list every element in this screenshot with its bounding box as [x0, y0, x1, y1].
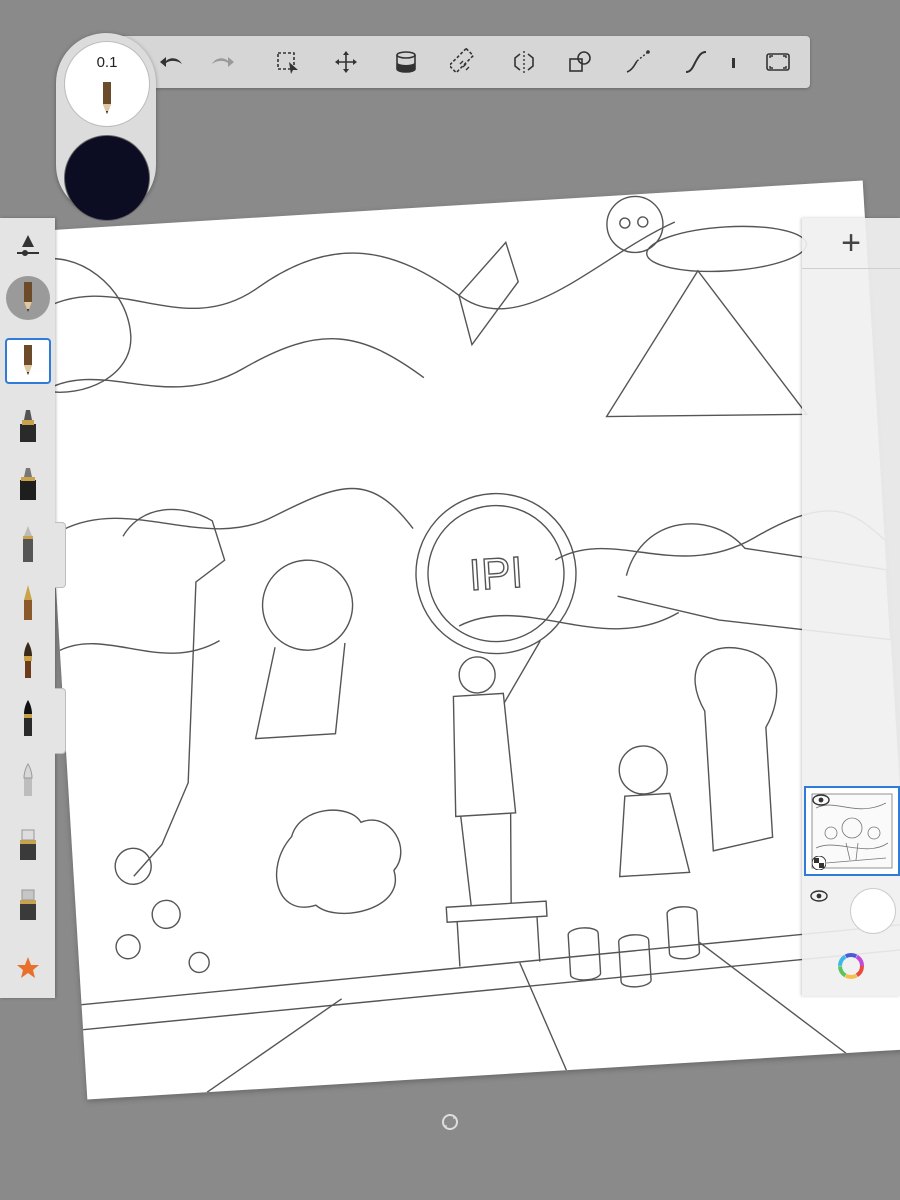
fullscreen-icon [766, 53, 790, 71]
ballpoint-brush-icon [23, 526, 33, 562]
steady-stroke-icon [685, 51, 707, 73]
brush-settings-icon [17, 235, 39, 256]
line-art-illustration: IPI [35, 195, 900, 1093]
drawing-canvas[interactable]: IPI [34, 180, 900, 1100]
eye-icon[interactable] [810, 890, 828, 902]
color-wheel-icon [838, 953, 864, 979]
more-icon [732, 58, 735, 68]
airbrush-button[interactable] [6, 758, 50, 802]
selection-button[interactable] [270, 44, 306, 80]
smudge-brush-icon [20, 829, 36, 860]
symmetry-button[interactable] [506, 44, 542, 80]
favorites-button[interactable] [6, 946, 50, 990]
transform-icon [335, 51, 357, 73]
top-toolbar [100, 36, 810, 88]
layer-mode-icon[interactable] [812, 856, 826, 870]
layer-item-drawing[interactable] [802, 784, 900, 876]
brush-settings-button[interactable] [6, 224, 50, 268]
ruler-icon [450, 48, 475, 74]
perspective-button[interactable] [620, 44, 656, 80]
brush-size-label: 0.1 [96, 54, 118, 71]
marker-brush-button[interactable] [6, 404, 50, 448]
eraser-brush-icon [20, 889, 36, 920]
shapes-button[interactable] [562, 44, 598, 80]
layer-panel: + [802, 218, 900, 996]
fill-button[interactable] [388, 44, 424, 80]
current-color-swatch[interactable] [64, 135, 150, 221]
brush-palette [0, 218, 55, 998]
ruler-button[interactable] [446, 44, 482, 80]
brush-size-control[interactable]: 0.1 [64, 41, 150, 127]
paintbrush-icon [24, 642, 32, 678]
svg-text:IPI: IPI [468, 548, 525, 600]
selection-icon [277, 52, 298, 74]
recent-brush-circle [6, 276, 50, 320]
ink-brush-button[interactable] [6, 696, 50, 740]
background-color-swatch[interactable] [850, 888, 896, 934]
favorites-star-icon [17, 957, 39, 978]
fullscreen-button[interactable] [760, 44, 796, 80]
eraser-brush-button[interactable] [6, 882, 50, 926]
pencil-icon [103, 82, 111, 114]
pencil-brush-icon [24, 345, 32, 375]
undo-button[interactable] [154, 44, 190, 80]
redo-icon [212, 57, 234, 67]
ballpoint-brush-button[interactable] [6, 522, 50, 566]
fill-icon [396, 51, 416, 73]
redo-button[interactable] [204, 44, 240, 80]
symmetry-icon [514, 51, 534, 73]
add-layer-button[interactable]: + [802, 218, 900, 269]
color-wheel-button[interactable] [802, 936, 900, 996]
felt-brush-icon [20, 468, 36, 500]
brush-puck[interactable]: 0.1 [56, 33, 156, 221]
felt-brush-button[interactable] [6, 462, 50, 506]
ink-brush-icon [24, 700, 32, 736]
perspective-icon [626, 50, 650, 73]
smudge-brush-button[interactable] [6, 822, 50, 866]
airbrush-icon [23, 763, 33, 796]
layer-thumbnail[interactable] [804, 786, 900, 876]
undo-icon [160, 57, 182, 67]
canvas-reset-icon[interactable] [440, 1112, 460, 1132]
marker-brush-icon [20, 410, 36, 442]
pencil-brush-icon [24, 282, 32, 312]
shapes-icon [569, 51, 591, 72]
layer-item-background[interactable] [802, 878, 900, 942]
more-tools-button[interactable] [726, 44, 742, 80]
palette-resize-handle[interactable] [55, 688, 66, 754]
palette-resize-handle[interactable] [55, 522, 66, 588]
recent-brush-button[interactable] [6, 276, 50, 320]
fountain-pen-brush-button[interactable] [6, 580, 50, 624]
transform-button[interactable] [328, 44, 364, 80]
steady-stroke-button[interactable] [678, 44, 714, 80]
pencil-brush-button[interactable] [5, 338, 51, 384]
fountain-pen-brush-icon [24, 585, 32, 620]
eye-icon[interactable] [812, 794, 830, 806]
paintbrush-button[interactable] [6, 638, 50, 682]
